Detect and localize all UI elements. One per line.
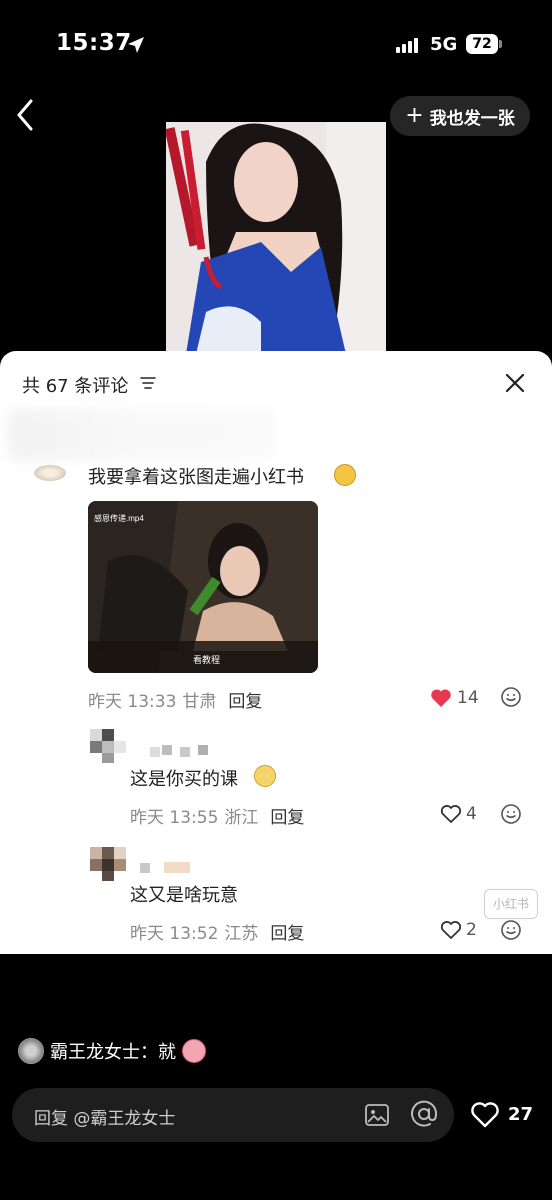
emoji-sticker-icon <box>182 1039 206 1063</box>
emoji-sticker-icon <box>334 464 356 486</box>
battery-tip <box>499 40 502 48</box>
signal-icon <box>396 38 418 53</box>
comment-image[interactable]: 感恩传递.mp4 看教程 <box>88 501 318 673</box>
emoji-face-icon[interactable] <box>500 803 522 825</box>
reply-preview-text: 霸王龙女士：就 <box>50 1042 176 1063</box>
network-label: 5G <box>430 34 458 55</box>
like-count: 27 <box>508 1104 534 1125</box>
filter-icon[interactable] <box>140 375 156 391</box>
avatar[interactable] <box>90 847 130 881</box>
heart-filled-icon[interactable] <box>430 688 452 708</box>
svg-text:看教程: 看教程 <box>193 654 220 665</box>
svg-text:感恩传递.mp4: 感恩传递.mp4 <box>94 513 144 523</box>
arrow-location-icon <box>128 37 144 53</box>
blurred-region <box>8 409 276 461</box>
at-icon[interactable] <box>410 1100 438 1128</box>
back-chevron-icon[interactable] <box>14 98 36 132</box>
post-one-label: 我也发一张 <box>429 108 515 129</box>
reply-meta: 昨天 13:52 江苏 回复 <box>130 924 305 944</box>
blurred-name <box>150 745 208 757</box>
reply-text: 这是你买的课 <box>130 769 238 790</box>
reply-text: 这又是啥玩意 <box>130 885 238 906</box>
status-time: 15:37 <box>56 30 132 56</box>
comment-text: 我要拿着这张图走遍小红书 <box>88 467 304 488</box>
watermark: 小红书 <box>484 889 538 919</box>
heart-outline-icon[interactable] <box>440 920 462 940</box>
heart-outline-icon[interactable] <box>440 804 462 824</box>
avatar[interactable] <box>90 729 130 763</box>
close-icon[interactable] <box>503 371 527 395</box>
reply-button[interactable]: 回复 <box>270 924 304 944</box>
avatar[interactable] <box>18 1038 44 1064</box>
comment-meta: 昨天 13:33 甘肃 回复 <box>88 687 262 712</box>
emoji-face-icon[interactable] <box>500 686 522 708</box>
post-one-button[interactable]: + 我也发一张 <box>390 96 530 136</box>
heart-outline-icon[interactable] <box>470 1101 500 1129</box>
reply-meta: 昨天 13:55 浙江 回复 <box>130 808 305 828</box>
plus-icon: + <box>405 103 424 128</box>
reply-input-placeholder: 回复 @霸王龙女士 <box>34 1109 176 1129</box>
comment-time: 昨天 13:33 <box>88 692 177 712</box>
reply-input[interactable]: 回复 @霸王龙女士 <box>12 1088 454 1142</box>
reply-button[interactable]: 回复 <box>228 692 262 712</box>
comment-sheet: 共 67 条评论 我要拿着这张图走遍小红书 感恩传递.mp4 看教程 昨天 13… <box>0 351 552 954</box>
image-icon[interactable] <box>364 1102 390 1128</box>
comment-count-title: 共 67 条评论 <box>22 376 129 397</box>
avatar[interactable] <box>34 465 66 481</box>
blurred-name <box>140 862 190 873</box>
like-count: 14 <box>457 688 479 708</box>
crying-emoji-icon <box>254 765 276 787</box>
reply-button[interactable]: 回复 <box>270 808 304 828</box>
emoji-face-icon[interactable] <box>500 919 522 941</box>
reply-preview: 霸王龙女士：就 <box>18 1038 206 1064</box>
comment-location: 甘肃 <box>182 692 217 712</box>
like-count: 4 <box>466 804 477 824</box>
battery-icon: 72 <box>466 34 498 54</box>
like-count: 2 <box>466 920 477 940</box>
main-photo[interactable] <box>166 122 386 354</box>
